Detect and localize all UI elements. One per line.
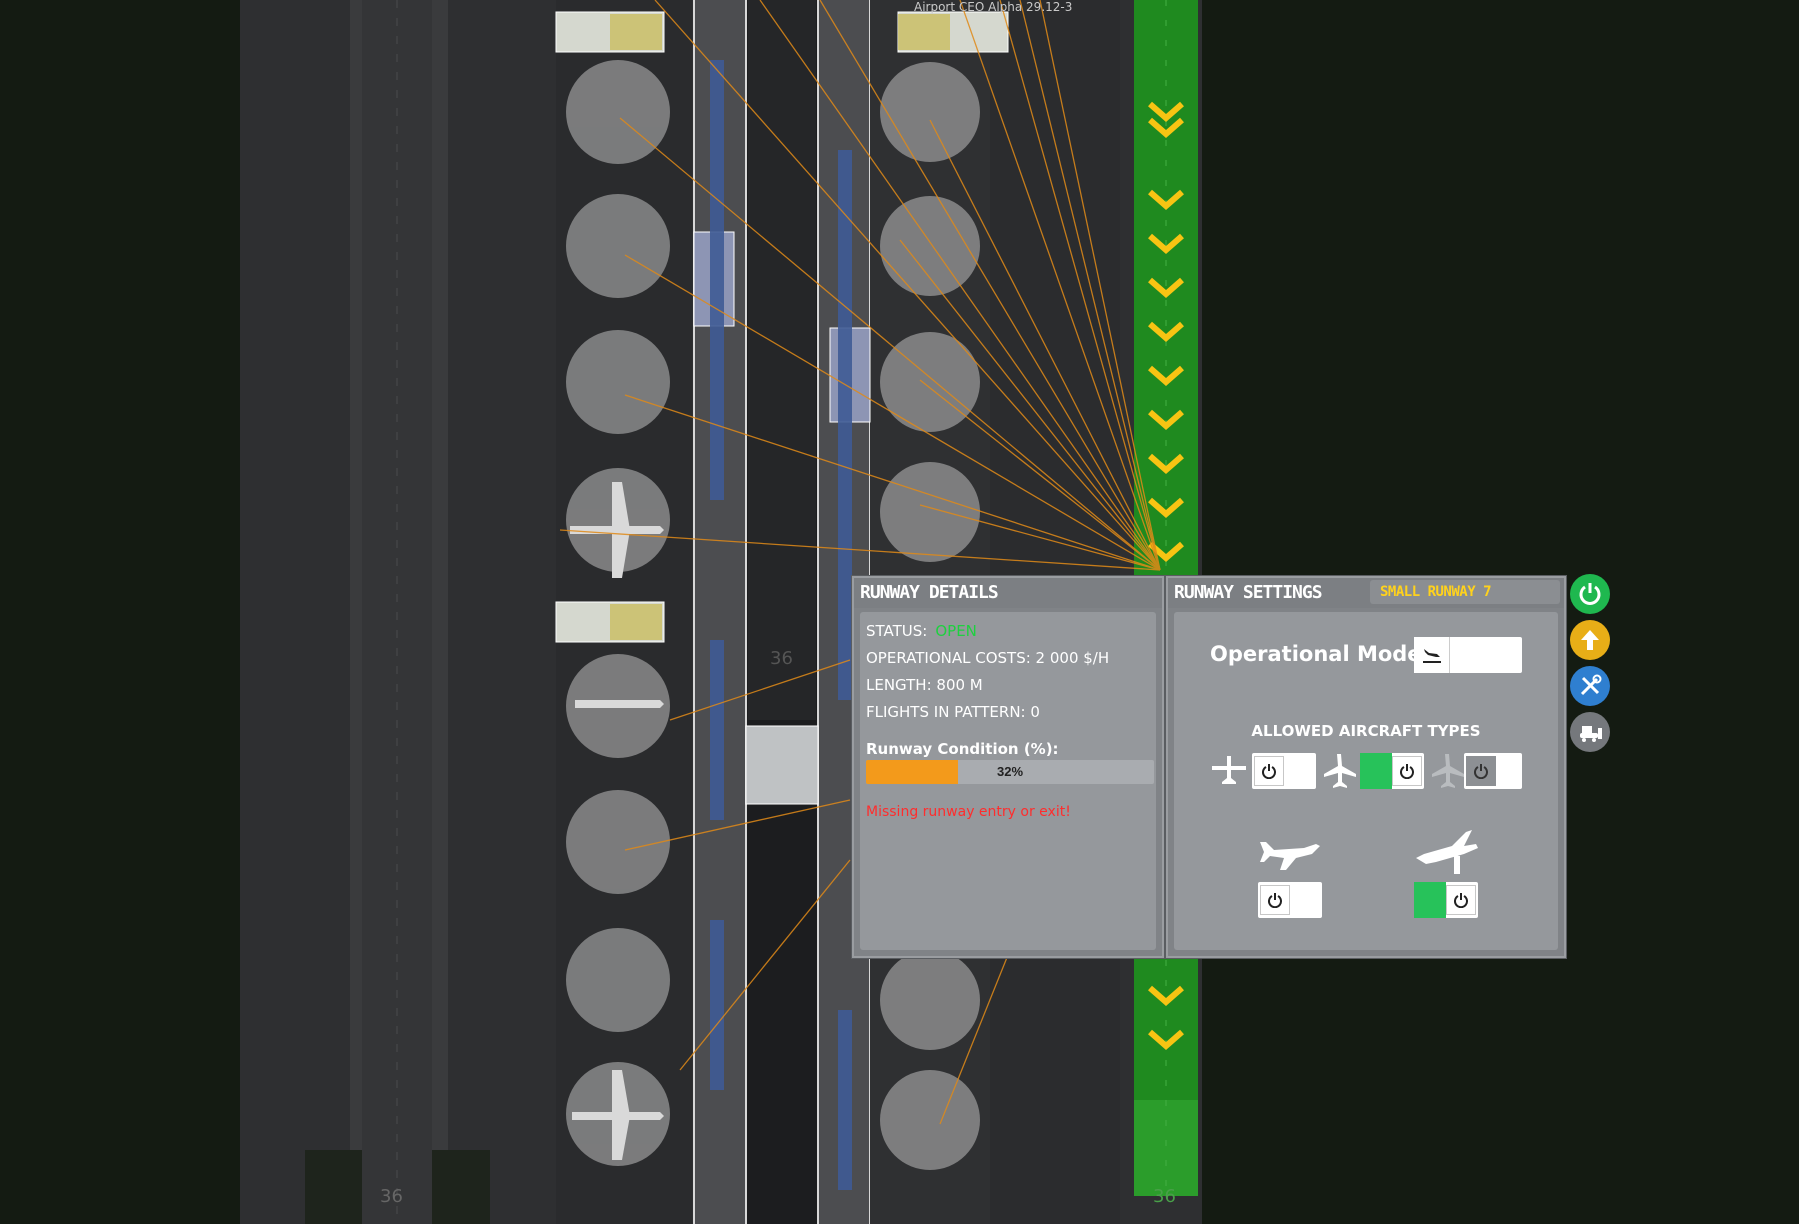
power-icon: [1579, 583, 1601, 605]
status-label: STATUS:: [866, 622, 928, 640]
bulldoze-button[interactable]: [1570, 712, 1610, 752]
large-aircraft-icon: [1428, 752, 1466, 795]
small-aircraft-icon: [1210, 754, 1248, 793]
version-label: Airport CEO Alpha 29.12-3: [914, 0, 1072, 14]
status-row: STATUS: OPEN: [866, 622, 977, 640]
runway-condition-text: 32%: [996, 764, 1024, 779]
toggle-on-fill: [1360, 753, 1392, 789]
bulldozer-icon: [1580, 726, 1602, 742]
power-icon: [1260, 885, 1290, 915]
departure-aircraft-icon: [1256, 834, 1322, 879]
medium-aircraft-toggle[interactable]: [1360, 753, 1424, 789]
svg-text:36: 36: [1153, 1186, 1176, 1207]
arrow-up-icon: [1581, 630, 1599, 650]
arrival-aircraft-icon: [1414, 824, 1480, 883]
power-icon: [1254, 756, 1284, 786]
runway-condition-bar: 32%: [866, 760, 1154, 784]
runway-settings-panel: Runway Settings SMALL RUNWAY 7 Operation…: [1166, 576, 1566, 958]
power-icon: [1392, 756, 1422, 786]
operational-mode-toggle[interactable]: [1414, 637, 1522, 673]
runway-name-tag: SMALL RUNWAY 7: [1370, 580, 1560, 604]
runway-details-panel: Runway Details STATUS: OPEN OPERATIONAL C…: [852, 576, 1164, 958]
runway-details-title: Runway Details: [854, 578, 1162, 608]
runway-length: LENGTH: 800 M: [866, 676, 983, 694]
large-aircraft-toggle[interactable]: [1464, 753, 1522, 789]
runway-details-body: STATUS: OPEN OPERATIONAL COSTS: 2 000 $/H…: [860, 612, 1156, 950]
operational-mode-label: Operational Mode:: [1210, 642, 1430, 666]
tools-icon: [1580, 674, 1602, 696]
status-value: OPEN: [935, 622, 977, 640]
flights-in-pattern: FLIGHTS IN PATTERN: 0: [866, 703, 1040, 721]
toggle-on-fill: [1414, 882, 1446, 918]
departures-toggle[interactable]: [1258, 882, 1322, 918]
arrivals-toggle[interactable]: [1414, 882, 1478, 918]
svg-text:36: 36: [770, 648, 793, 669]
svg-text:36: 36: [380, 1186, 403, 1207]
medium-aircraft-icon: [1320, 752, 1358, 795]
operational-costs: OPERATIONAL COSTS: 2 000 $/H: [866, 649, 1110, 667]
small-aircraft-toggle[interactable]: [1252, 753, 1316, 789]
power-icon: [1466, 756, 1496, 786]
allowed-aircraft-label: ALLOWED AIRCRAFT TYPES: [1251, 722, 1481, 740]
upgrade-button[interactable]: [1570, 620, 1610, 660]
power-button[interactable]: [1570, 574, 1610, 614]
maintenance-button[interactable]: [1570, 666, 1610, 706]
runway-condition-label: Runway Condition (%):: [866, 740, 1059, 758]
landing-mode-icon: [1414, 637, 1450, 673]
runway-settings-body: Operational Mode: ALLOWED AIRCRAFT TYPES: [1174, 612, 1558, 950]
runway-warning: Missing runway entry or exit!: [866, 804, 1071, 820]
power-icon: [1446, 885, 1476, 915]
